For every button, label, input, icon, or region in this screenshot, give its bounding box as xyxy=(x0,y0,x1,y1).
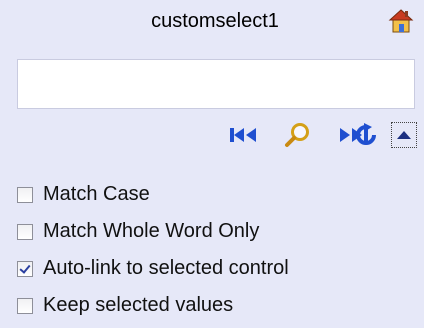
match-case-label: Match Case xyxy=(43,183,150,205)
home-icon[interactable] xyxy=(388,8,414,34)
match-whole-word-option[interactable]: Match Whole Word Only xyxy=(17,213,289,250)
keep-selected-label: Keep selected values xyxy=(43,294,234,316)
refresh-icon[interactable] xyxy=(351,118,381,152)
first-icon[interactable] xyxy=(225,118,265,152)
search-input[interactable] xyxy=(17,59,415,109)
toolbar xyxy=(0,118,424,152)
match-case-option[interactable]: Match Case xyxy=(17,176,289,213)
auto-link-option[interactable]: Auto-link to selected control xyxy=(17,250,289,287)
match-whole-word-checkbox[interactable] xyxy=(17,223,33,240)
collapse-icon[interactable] xyxy=(391,122,417,148)
match-case-checkbox[interactable] xyxy=(17,186,33,203)
auto-link-label: Auto-link to selected control xyxy=(43,257,289,279)
match-whole-word-label: Match Whole Word Only xyxy=(43,220,260,242)
panel-title: customselect1 xyxy=(151,10,279,32)
keep-selected-option[interactable]: Keep selected values xyxy=(17,287,289,324)
find-icon[interactable] xyxy=(277,118,319,152)
panel-header: customselect1 xyxy=(0,0,424,46)
options-list: Match Case Match Whole Word Only Auto-li… xyxy=(17,176,289,324)
auto-link-checkbox[interactable] xyxy=(17,260,33,277)
keep-selected-checkbox[interactable] xyxy=(17,297,33,314)
